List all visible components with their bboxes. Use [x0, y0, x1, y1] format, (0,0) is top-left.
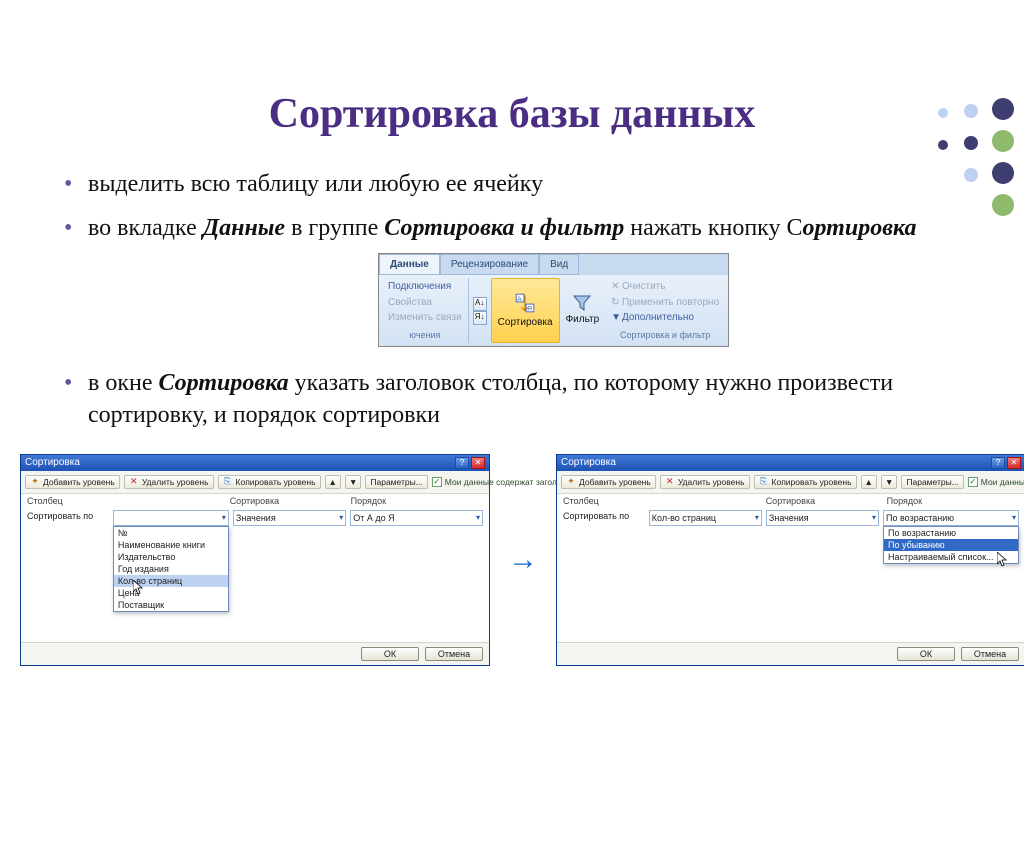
headers-checkbox[interactable]: ✓Мои данные содержат заголовки — [968, 477, 1024, 487]
ok-button[interactable]: ОК — [897, 647, 955, 661]
sort-by-label: Сортировать по — [27, 510, 109, 521]
params-button[interactable]: Параметры... — [365, 475, 427, 489]
sort-header: Сортировка — [230, 496, 343, 506]
sort-button-label: Сортировка — [498, 316, 553, 330]
dd-item[interactable]: Год издания — [114, 563, 228, 575]
sort-dialog-left: Сортировка ? ✕ ✦Добавить уровень ✕Удалит… — [20, 454, 490, 666]
sort-button[interactable]: АЯ Сортировка — [491, 278, 560, 343]
move-down-button[interactable]: ▼ — [881, 475, 897, 489]
svg-text:Я: Я — [527, 306, 532, 313]
column-header: Столбец — [27, 496, 222, 506]
order-dropdown[interactable]: От А до Я▾ — [350, 510, 483, 526]
sort-icon: АЯ — [514, 292, 536, 314]
filter-button-label: Фильтр — [566, 313, 600, 327]
column-dropdown[interactable]: ▾ — [113, 510, 229, 526]
ribbon-reapply: ↻ Применить повторно — [611, 296, 719, 310]
slide-title: Сортировка базы данных — [0, 90, 1024, 138]
add-level-button[interactable]: ✦Добавить уровень — [561, 475, 656, 489]
copy-level-button[interactable]: ⎘Копировать уровень — [218, 475, 321, 489]
dd-item[interactable]: По возрастанию — [884, 527, 1018, 539]
sort-asc-icon[interactable]: А↓ — [473, 297, 487, 311]
dd-item[interactable]: № — [114, 527, 228, 539]
params-button[interactable]: Параметры... — [901, 475, 963, 489]
sort-header: Сортировка — [766, 496, 879, 506]
dd-item-selected[interactable]: Кол-во страниц — [114, 575, 228, 587]
svg-text:А: А — [517, 296, 522, 303]
sort-dialog-right: Сортировка ? ✕ ✦Добавить уровень ✕Удалит… — [556, 454, 1024, 666]
move-down-button[interactable]: ▼ — [345, 475, 361, 489]
add-level-button[interactable]: ✦Добавить уровень — [25, 475, 120, 489]
column-dropdown[interactable]: Кол-во страниц▾ — [649, 510, 762, 526]
order-header: Порядок — [887, 496, 1019, 506]
order-dropdown[interactable]: По возрастанию▾ — [883, 510, 1019, 526]
funnel-icon — [573, 295, 591, 311]
ribbon-tab-review[interactable]: Рецензирование — [440, 254, 539, 276]
ribbon-properties: Свойства — [388, 296, 462, 310]
dd-item-highlight[interactable]: По убыванию — [884, 539, 1018, 551]
cancel-button[interactable]: Отмена — [425, 647, 483, 661]
dd-item[interactable]: Издательство — [114, 551, 228, 563]
close-button[interactable]: ✕ — [471, 457, 485, 469]
sort-on-dropdown[interactable]: Значения▾ — [233, 510, 346, 526]
ribbon-advanced[interactable]: ▼ Дополнительно — [611, 311, 719, 325]
close-button[interactable]: ✕ — [1007, 457, 1021, 469]
ribbon-tab-view[interactable]: Вид — [539, 254, 579, 276]
copy-level-button[interactable]: ⎘Копировать уровень — [754, 475, 857, 489]
dialog-title: Сортировка — [561, 457, 616, 468]
cursor-icon — [997, 552, 1009, 568]
ok-button[interactable]: ОК — [361, 647, 419, 661]
bullet-3: в окне Сортировка указать заголовок стол… — [60, 367, 976, 432]
move-up-button[interactable]: ▲ — [325, 475, 341, 489]
dd-item[interactable]: Поставщик — [114, 599, 228, 611]
move-up-button[interactable]: ▲ — [861, 475, 877, 489]
help-button[interactable]: ? — [455, 457, 469, 469]
dialog-title: Сортировка — [25, 457, 80, 468]
dd-item[interactable]: Наименование книги — [114, 539, 228, 551]
order-header: Порядок — [351, 496, 483, 506]
ribbon-clear: ✕ Очистить — [611, 280, 719, 294]
bullet-1: выделить всю таблицу или любую ее ячейку — [60, 168, 976, 200]
delete-level-button[interactable]: ✕Удалить уровень — [660, 475, 750, 489]
sort-by-label: Сортировать по — [563, 510, 645, 521]
cancel-button[interactable]: Отмена — [961, 647, 1019, 661]
content-area: выделить всю таблицу или любую ее ячейку… — [0, 168, 1024, 432]
headers-checkbox[interactable]: ✓Мои данные содержат заголовки — [432, 477, 575, 487]
dd-item[interactable]: Цена — [114, 587, 228, 599]
ribbon-screenshot: Данные Рецензирование Вид Подключения Св… — [378, 253, 729, 347]
sort-desc-icon[interactable]: Я↓ — [473, 311, 487, 325]
ribbon-tab-data[interactable]: Данные — [379, 254, 440, 276]
arrow-right-icon: → — [508, 543, 538, 577]
column-header: Столбец — [563, 496, 758, 506]
bullet-1-text: выделить всю таблицу или любую ее ячейку — [88, 171, 543, 197]
filter-button[interactable]: Фильтр — [560, 278, 606, 343]
ribbon-edit-links: Изменить связи — [388, 311, 462, 325]
column-dropdown-list[interactable]: № Наименование книги Издательство Год из… — [113, 526, 229, 612]
delete-level-button[interactable]: ✕Удалить уровень — [124, 475, 214, 489]
ribbon-connections[interactable]: Подключения — [388, 280, 462, 294]
help-button[interactable]: ? — [991, 457, 1005, 469]
bullet-2: во вкладке Данные в группе Сортировка и … — [60, 212, 976, 347]
sort-on-dropdown[interactable]: Значения▾ — [766, 510, 879, 526]
cursor-icon — [133, 580, 145, 596]
dialogs-row: Сортировка ? ✕ ✦Добавить уровень ✕Удалит… — [0, 454, 1024, 666]
